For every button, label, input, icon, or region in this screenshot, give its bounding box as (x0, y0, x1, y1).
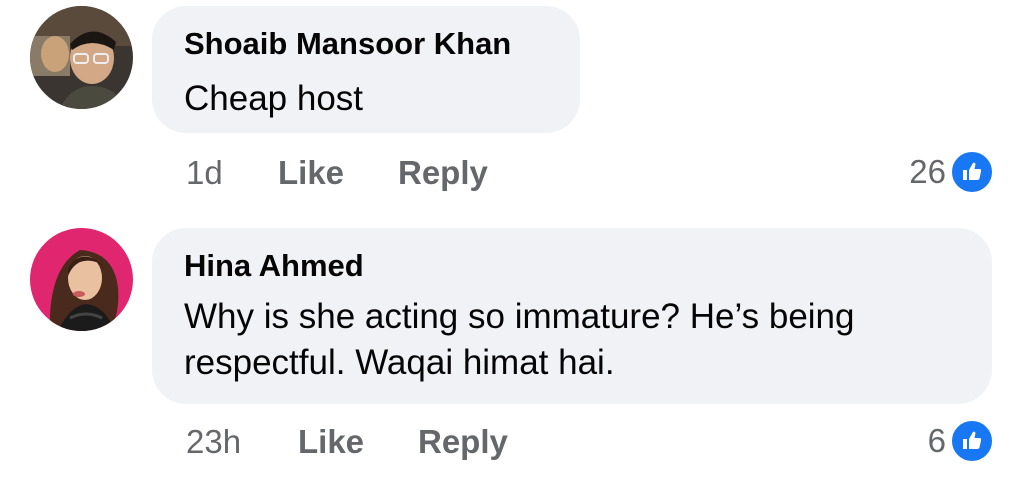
reaction-count: 6 (927, 422, 946, 459)
like-button[interactable]: Like (298, 423, 364, 461)
reply-button[interactable]: Reply (418, 423, 508, 461)
comment-bubble: Hina Ahmed Why is she acting so immature… (152, 228, 992, 404)
reaction-summary[interactable]: 6 (928, 419, 994, 463)
like-icon (950, 419, 994, 463)
avatar[interactable] (30, 228, 133, 331)
comment-author[interactable]: Hina Ahmed (184, 248, 364, 284)
comment-text: Why is she acting so immature? He’s bein… (184, 297, 855, 382)
comment-timestamp[interactable]: 23h (186, 423, 241, 461)
comment-hina: Hina Ahmed Why is she acting so immature… (0, 0, 1024, 487)
